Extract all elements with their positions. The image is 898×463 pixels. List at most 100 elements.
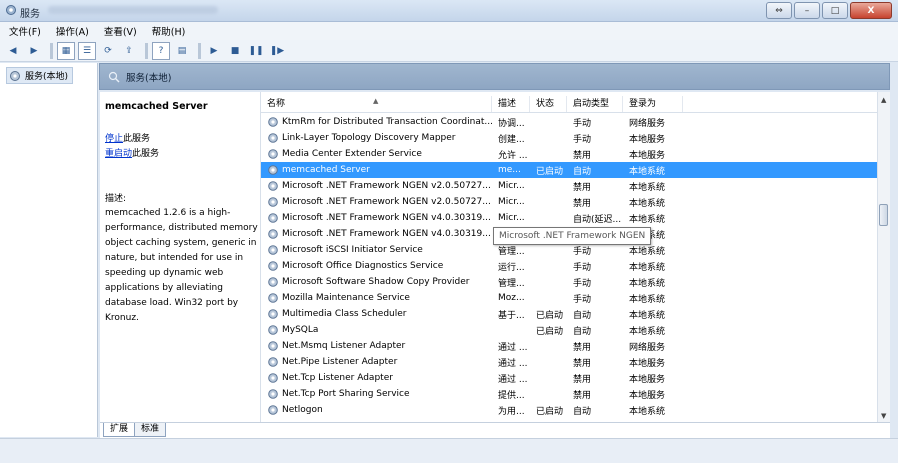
restore-button[interactable]: ⇔ <box>766 2 792 19</box>
menu-action[interactable]: 操作(A) <box>47 24 95 38</box>
service-logon-as: 网络服务 <box>629 342 666 353</box>
service-name-cell: Microsoft Software Shadow Copy Provider <box>261 276 492 288</box>
table-row[interactable]: Microsoft .NET Framework NGEN v2.0.50727… <box>261 178 878 194</box>
tab-extended[interactable]: 扩展 <box>103 423 136 437</box>
scroll-thumb[interactable] <box>879 204 888 226</box>
scroll-up-icon[interactable]: ▲ <box>881 96 886 104</box>
minimize-button[interactable]: – <box>794 2 820 19</box>
service-logon-as: 本地系统 <box>629 166 666 177</box>
properties-list-icon[interactable]: ☰ <box>78 41 96 60</box>
table-row[interactable]: Net.Tcp Port Sharing Service 提供... 禁用 本地服务 <box>261 386 878 402</box>
vertical-scrollbar[interactable]: ▲ ▼ <box>877 92 890 422</box>
table-row[interactable]: Net.Tcp Listener Adapter 通过 ... 禁用 本地服务 <box>261 370 878 386</box>
stop-service-suffix: 此服务 <box>123 134 151 144</box>
service-gear-icon <box>268 229 278 239</box>
service-name-cell: Media Center Extender Service <box>261 148 492 160</box>
service-description: Micr... <box>498 213 525 223</box>
service-name-cell: Netlogon <box>261 404 492 416</box>
table-row[interactable]: Media Center Extender Service 允许 ... 禁用 本地服… <box>261 146 878 162</box>
service-name: Microsoft Office Diagnostics Service <box>282 261 444 271</box>
column-header-startup-type[interactable]: 启动类型 <box>567 96 623 112</box>
menu-bar: 文件(F) 操作(A) 查看(V) 帮助(H) <box>0 22 898 40</box>
table-row[interactable]: Netlogon 为用... 已启动 自动 本地系统 <box>261 402 878 418</box>
service-logon-as: 本地服务 <box>629 150 666 161</box>
description-text: memcached 1.2.6 is a high-performance, d… <box>105 208 258 323</box>
forward-arrow-icon[interactable]: ▶ <box>25 42 43 60</box>
pause-service-icon[interactable]: ❚❚ <box>247 42 265 60</box>
menu-file[interactable]: 文件(F) <box>0 24 47 38</box>
service-name-cell: Microsoft iSCSI Initiator Service <box>261 244 492 256</box>
service-gear-icon <box>268 149 278 159</box>
service-name-cell: MySQLa <box>261 324 492 336</box>
show-console-tree-icon[interactable]: ▦ <box>57 41 75 60</box>
service-name: Microsoft .NET Framework NGEN v2.0.50727… <box>282 181 491 191</box>
table-row[interactable]: Mozilla Maintenance Service Moz... 手动 本地系统 <box>261 290 878 306</box>
column-header-name[interactable]: 名称 ▲ <box>261 96 492 112</box>
service-name: Media Center Extender Service <box>282 149 422 159</box>
table-row[interactable]: KtmRm for Distributed Transaction Coordi… <box>261 114 878 130</box>
service-gear-icon <box>268 117 278 127</box>
service-logon-as: 本地系统 <box>629 294 666 305</box>
close-button[interactable]: X <box>850 2 892 19</box>
tab-standard[interactable]: 标准 <box>134 423 167 437</box>
table-row[interactable]: MySQLa 已启动 自动 本地系统 <box>261 322 878 338</box>
service-name-cell: KtmRm for Distributed Transaction Coordi… <box>261 116 492 128</box>
menu-help[interactable]: 帮助(H) <box>143 24 192 38</box>
service-startup-type: 自动 <box>573 326 592 337</box>
export-list-icon[interactable]: ⇪ <box>120 42 138 60</box>
service-startup-type: 自动(延迟... <box>573 214 622 225</box>
table-row[interactable]: Microsoft .NET Framework NGEN v4.0.30319… <box>261 210 878 226</box>
restart-service-icon[interactable]: ❚▶ <box>268 42 286 60</box>
service-name: Net.Msmq Listener Adapter <box>282 341 406 351</box>
service-name: memcached Server <box>282 165 370 175</box>
table-row[interactable]: Multimedia Class Scheduler 基于... 已启动 自动 本地系统 <box>261 306 878 322</box>
back-arrow-icon[interactable]: ◀ <box>4 42 22 60</box>
service-status: 已启动 <box>536 406 564 417</box>
service-gear-icon <box>268 309 278 319</box>
mmc-view-icon[interactable]: ▤ <box>173 42 191 60</box>
window-title: 服务 <box>20 9 40 20</box>
help-icon[interactable]: ? <box>152 41 170 60</box>
column-header-status[interactable]: 状态 <box>530 96 567 112</box>
title-redaction <box>48 6 218 14</box>
service-name-cell: Multimedia Class Scheduler <box>261 308 492 320</box>
scroll-down-icon[interactable]: ▼ <box>881 412 886 420</box>
table-row[interactable]: Microsoft .NET Framework NGEN v2.0.50727… <box>261 194 878 210</box>
service-gear-icon <box>268 357 278 367</box>
table-row[interactable]: Microsoft Office Diagnostics Service 运行..… <box>261 258 878 274</box>
service-logon-as: 本地服务 <box>629 374 666 385</box>
service-startup-type: 手动 <box>573 262 592 273</box>
service-name: KtmRm for Distributed Transaction Coordi… <box>282 117 492 127</box>
service-status: 已启动 <box>536 326 564 337</box>
column-header-logon-as[interactable]: 登录为 <box>623 96 683 112</box>
column-header-description[interactable]: 描述 <box>492 96 530 112</box>
refresh-icon[interactable]: ⟳ <box>99 42 117 60</box>
service-name-cell: Net.Tcp Listener Adapter <box>261 372 492 384</box>
stop-service-link[interactable]: 停止 <box>105 134 123 144</box>
service-startup-type: 禁用 <box>573 150 592 161</box>
table-row[interactable]: memcached Server me... 已启动 自动 本地系统 <box>261 162 878 178</box>
maximize-button[interactable]: □ <box>822 2 848 19</box>
service-description: 协调... <box>498 118 525 129</box>
service-gear-icon <box>268 373 278 383</box>
menu-view[interactable]: 查看(V) <box>95 24 143 38</box>
stop-service-icon[interactable]: ■ <box>226 42 244 60</box>
table-row[interactable]: Microsoft Software Shadow Copy Provider 管… <box>261 274 878 290</box>
start-service-icon[interactable]: ▶ <box>205 42 223 60</box>
table-row[interactable]: Link-Layer Topology Discovery Mapper 创建..… <box>261 130 878 146</box>
service-name: Net.Pipe Listener Adapter <box>282 357 398 367</box>
stop-service-line: 停止此服务 <box>105 132 159 147</box>
table-row[interactable]: Net.Pipe Listener Adapter 通过 ... 禁用 本地服务 <box>261 354 878 370</box>
service-gear-icon <box>268 245 278 255</box>
service-description: 基于... <box>498 310 525 321</box>
tree-node-services-local[interactable]: 服务(本地) <box>6 67 74 84</box>
table-row[interactable]: Net.Msmq Listener Adapter 通过 ... 禁用 网络服务 <box>261 338 878 354</box>
service-name: Link-Layer Topology Discovery Mapper <box>282 133 456 143</box>
column-header-name-label: 名称 <box>267 99 286 109</box>
service-name: Microsoft iSCSI Initiator Service <box>282 245 423 255</box>
service-name: Microsoft .NET Framework NGEN v2.0.50727… <box>282 197 491 207</box>
service-name: Netlogon <box>282 405 323 415</box>
restart-service-link[interactable]: 重启动 <box>105 149 132 159</box>
service-description: Moz... <box>498 293 525 303</box>
service-name-cell: memcached Server <box>261 164 492 176</box>
